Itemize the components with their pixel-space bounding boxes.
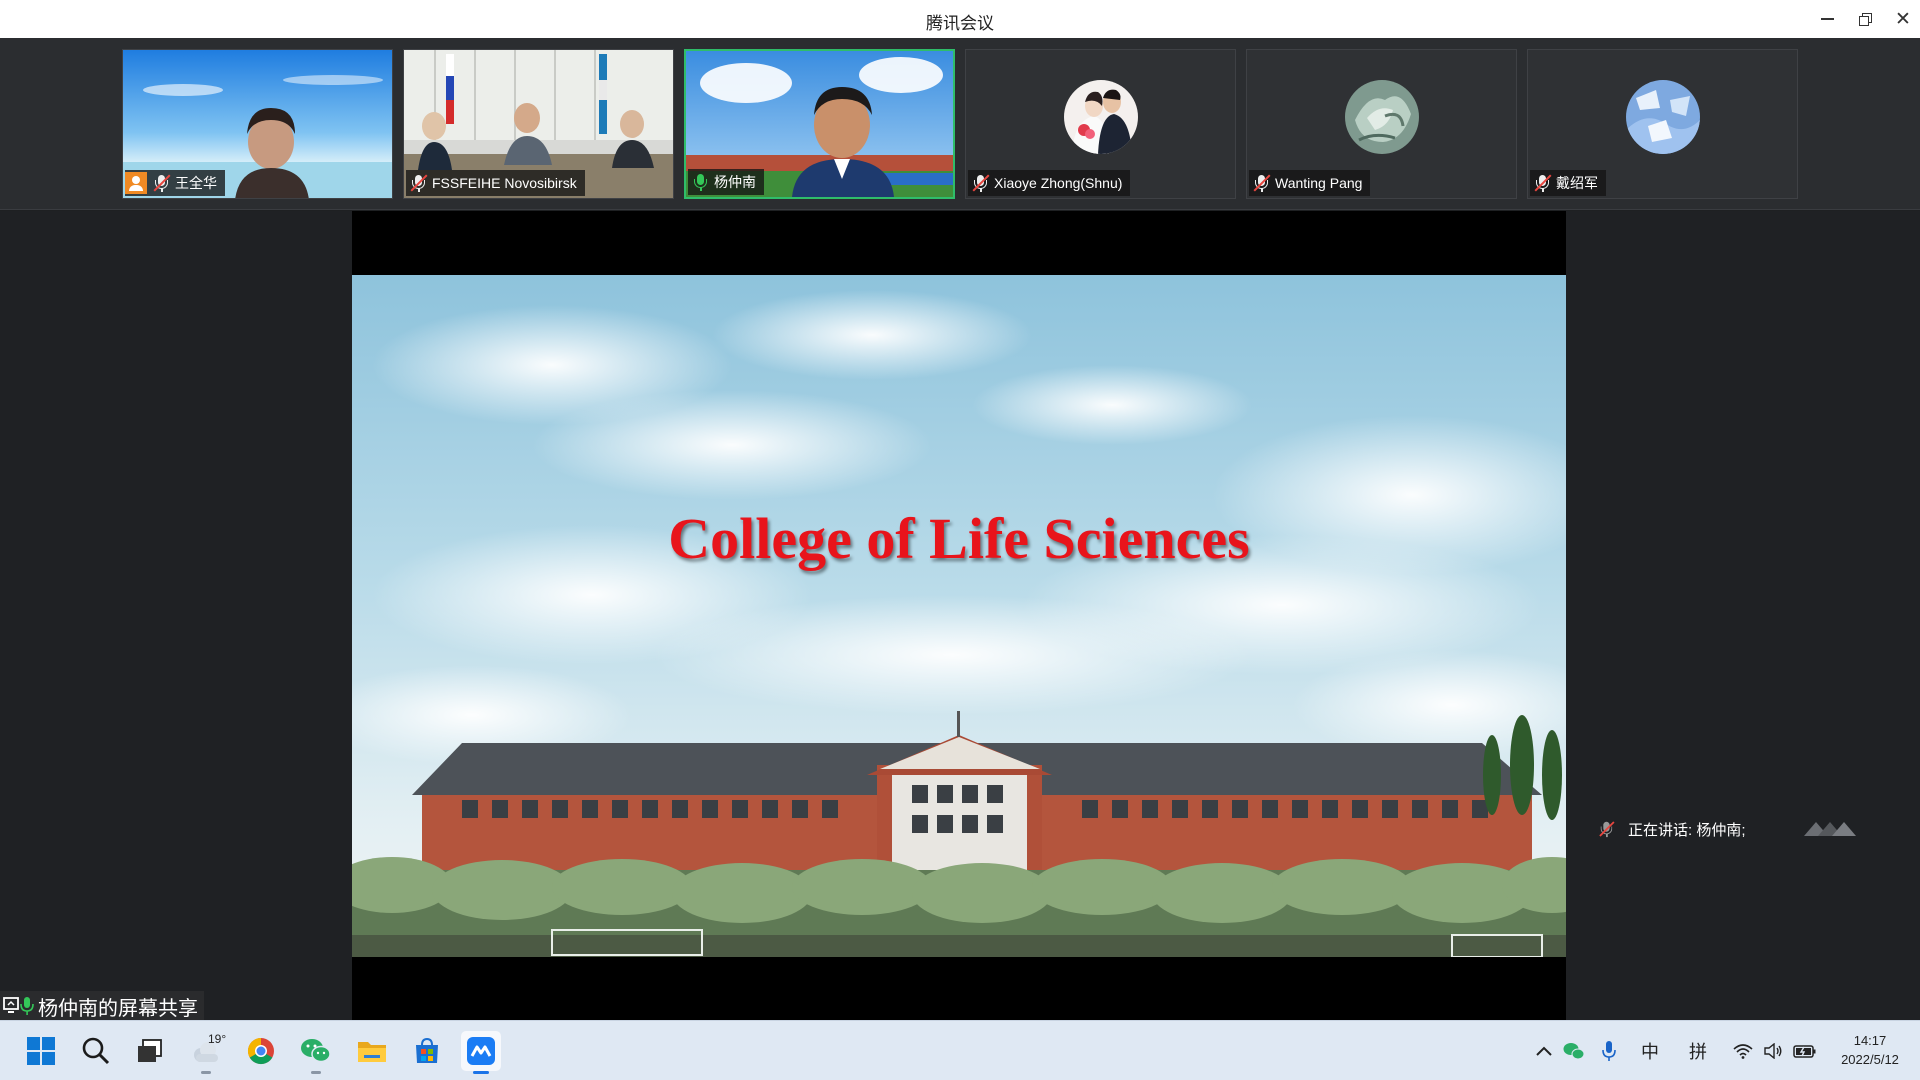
participant-namebar: 王全华 [125, 170, 225, 196]
shared-screen-stage: College of Life Sciences 正在讲话: 杨仲南; 杨仲南的… [0, 211, 1920, 1021]
participant-avatar [1063, 80, 1138, 154]
clock-time: 14:17 [1853, 1033, 1887, 1048]
clock-date: 2022/5/12 [1841, 1052, 1899, 1067]
wifi-icon [1733, 1044, 1753, 1059]
windows-taskbar: 19° 中 拼 14:17 2022/5/12 [0, 1020, 1920, 1080]
speaking-indicator: 正在讲话: 杨仲南; [1580, 804, 1885, 854]
participant-tile[interactable]: FSSFEIHE Novosibirsk [403, 49, 674, 199]
battery-icon [1793, 1045, 1816, 1058]
participant-namebar: 戴绍军 [1530, 170, 1606, 196]
running-indicator [201, 1071, 211, 1074]
tray-wechat-button[interactable] [1560, 1021, 1588, 1080]
participant-avatar [1625, 80, 1700, 154]
store-icon [416, 1037, 438, 1063]
participant-video-strip: 王全华 FSSFEIHE Novosibirsk 杨仲南 Xiaoye Zhon… [0, 38, 1920, 210]
mic-muted-icon [1599, 821, 1613, 838]
participant-tile-speaking[interactable]: 杨仲南 [684, 49, 955, 199]
screen-share-text: 杨仲南的屏幕共享 [38, 997, 198, 1020]
window-titlebar: 腾讯会议 ✕ [0, 0, 1920, 38]
chrome-icon [247, 1037, 274, 1065]
participant-namebar: Xiaoye Zhong(Shnu) [968, 170, 1131, 196]
wechat-button[interactable] [296, 1031, 336, 1074]
participant-tile[interactable]: Wanting Pang [1246, 49, 1517, 199]
mic-muted-icon [410, 174, 426, 192]
store-button[interactable] [407, 1031, 447, 1071]
participant-name: 戴绍军 [1556, 175, 1598, 191]
volume-icon [1764, 1043, 1782, 1059]
participant-name: Xiaoye Zhong(Shnu) [994, 175, 1123, 191]
show-hidden-icons-button[interactable] [1532, 1021, 1556, 1080]
close-icon: ✕ [1895, 8, 1911, 30]
participant-name: 杨仲南 [714, 174, 756, 190]
ime-mode-button[interactable]: 拼 [1684, 1021, 1712, 1080]
weather-widget[interactable]: 19° [186, 1031, 227, 1074]
microphone-icon [1602, 1041, 1616, 1061]
tencent-meeting-icon [467, 1037, 495, 1065]
restore-icon [1858, 12, 1872, 26]
participant-name: 王全华 [175, 175, 217, 191]
wechat-tray-icon [1563, 1043, 1585, 1060]
screen-share-icon [3, 997, 34, 1015]
chevron-up-icon [1536, 1046, 1552, 1056]
task-view-button[interactable] [130, 1031, 170, 1071]
weather-temperature: 19° [208, 1032, 227, 1046]
close-button[interactable]: ✕ [1884, 0, 1920, 38]
running-indicator [311, 1071, 321, 1074]
participant-namebar: Wanting Pang [1249, 170, 1371, 196]
file-explorer-button[interactable] [352, 1031, 392, 1071]
participant-avatar [1344, 80, 1419, 154]
participant-tile[interactable]: Xiaoye Zhong(Shnu) [965, 49, 1236, 199]
slide-background-photo [352, 275, 1566, 957]
ime-mode: 拼 [1689, 1042, 1707, 1062]
participant-namebar: FSSFEIHE Novosibirsk [406, 170, 585, 196]
battery-button[interactable] [1790, 1021, 1820, 1080]
tencent-meeting-button[interactable] [461, 1031, 501, 1074]
mic-active-icon [692, 173, 708, 191]
minimize-icon [1820, 18, 1834, 20]
start-button[interactable] [21, 1031, 61, 1071]
search-button[interactable] [76, 1031, 116, 1071]
minimize-button[interactable] [1808, 0, 1846, 38]
file-explorer-icon [358, 1042, 386, 1062]
start-icon [27, 1037, 55, 1065]
wifi-button[interactable] [1730, 1021, 1756, 1080]
restore-button[interactable] [1846, 0, 1884, 38]
running-indicator [473, 1071, 489, 1074]
search-icon [82, 1037, 110, 1065]
chrome-button[interactable] [241, 1031, 281, 1071]
participant-name: FSSFEIHE Novosibirsk [432, 175, 577, 191]
participant-namebar: 杨仲南 [688, 169, 764, 195]
meeting-logo-icon [1803, 822, 1856, 836]
system-clock[interactable]: 14:17 2022/5/12 [1830, 1031, 1910, 1069]
mic-muted-icon [153, 174, 169, 192]
microphone-tray-button[interactable] [1596, 1021, 1622, 1080]
task-view-icon [138, 1039, 162, 1062]
mic-muted-icon [972, 174, 988, 192]
presentation-slide: College of Life Sciences [352, 275, 1566, 957]
ime-language: 中 [1641, 1042, 1659, 1062]
slide-title: College of Life Sciences [668, 506, 1250, 571]
mic-muted-icon [1253, 174, 1269, 192]
ime-language-button[interactable]: 中 [1636, 1021, 1664, 1080]
screen-share-label: 杨仲南的屏幕共享 [0, 991, 204, 1021]
window-title: 腾讯会议 [926, 14, 994, 33]
participant-tile[interactable]: 王全华 [122, 49, 393, 199]
wechat-icon [301, 1039, 331, 1063]
participant-tile[interactable]: 戴绍军 [1527, 49, 1798, 199]
volume-button[interactable] [1760, 1021, 1786, 1080]
speaking-label: 正在讲话: 杨仲南; [1628, 821, 1746, 839]
host-icon [125, 172, 147, 194]
mic-muted-icon [1534, 174, 1550, 192]
participant-name: Wanting Pang [1275, 175, 1363, 191]
